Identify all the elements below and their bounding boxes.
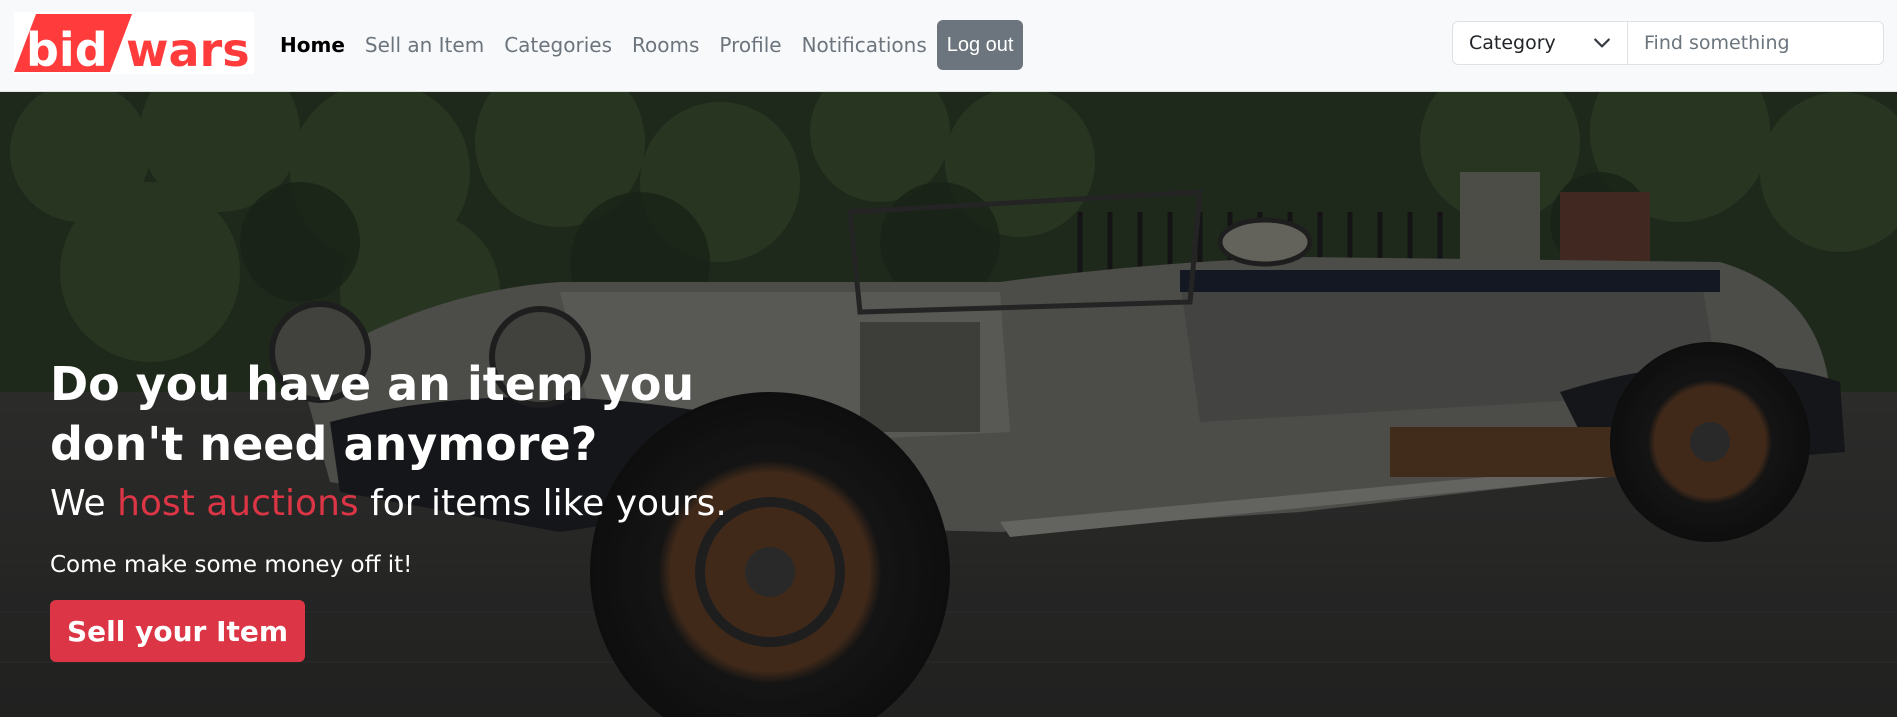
- main-nav: Home Sell an Item Categories Rooms Profi…: [280, 20, 1024, 70]
- top-navbar: bid wars. Home Sell an Item Categories R…: [0, 0, 1897, 92]
- svg-text:wars.: wars.: [126, 23, 254, 74]
- hero-banner: Do you have an item you don't need anymo…: [0, 92, 1897, 717]
- hero-subtitle-pre: We: [50, 483, 106, 524]
- nav-profile[interactable]: Profile: [719, 33, 781, 57]
- hero-subtitle-accent: host auctions: [117, 483, 359, 524]
- nav-categories[interactable]: Categories: [504, 33, 612, 57]
- search-input[interactable]: Find something: [1628, 22, 1883, 64]
- bidwars-logo[interactable]: bid wars.: [14, 12, 254, 74]
- nav-notifications[interactable]: Notifications: [802, 33, 927, 57]
- category-select-value: Category: [1469, 32, 1556, 54]
- hero-content: Do you have an item you don't need anymo…: [50, 354, 810, 662]
- chevron-down-icon: [1594, 38, 1610, 48]
- nav-home[interactable]: Home: [280, 33, 345, 57]
- logout-button[interactable]: Log out: [936, 20, 1024, 70]
- sell-your-item-button[interactable]: Sell your Item: [50, 600, 306, 662]
- hero-subtitle-post: for items like yours.: [370, 483, 727, 524]
- hero-tagline: Come make some money off it!: [50, 552, 413, 578]
- category-select[interactable]: Category: [1453, 22, 1628, 64]
- hero-title: Do you have an item you don't need anymo…: [50, 357, 695, 471]
- svg-text:bid: bid: [26, 23, 108, 74]
- hero-subtitle: We host auctions for items like yours.: [50, 480, 810, 528]
- nav-rooms[interactable]: Rooms: [632, 33, 699, 57]
- search-group: Category Find something: [1452, 21, 1884, 65]
- nav-sell-an-item[interactable]: Sell an Item: [365, 33, 484, 57]
